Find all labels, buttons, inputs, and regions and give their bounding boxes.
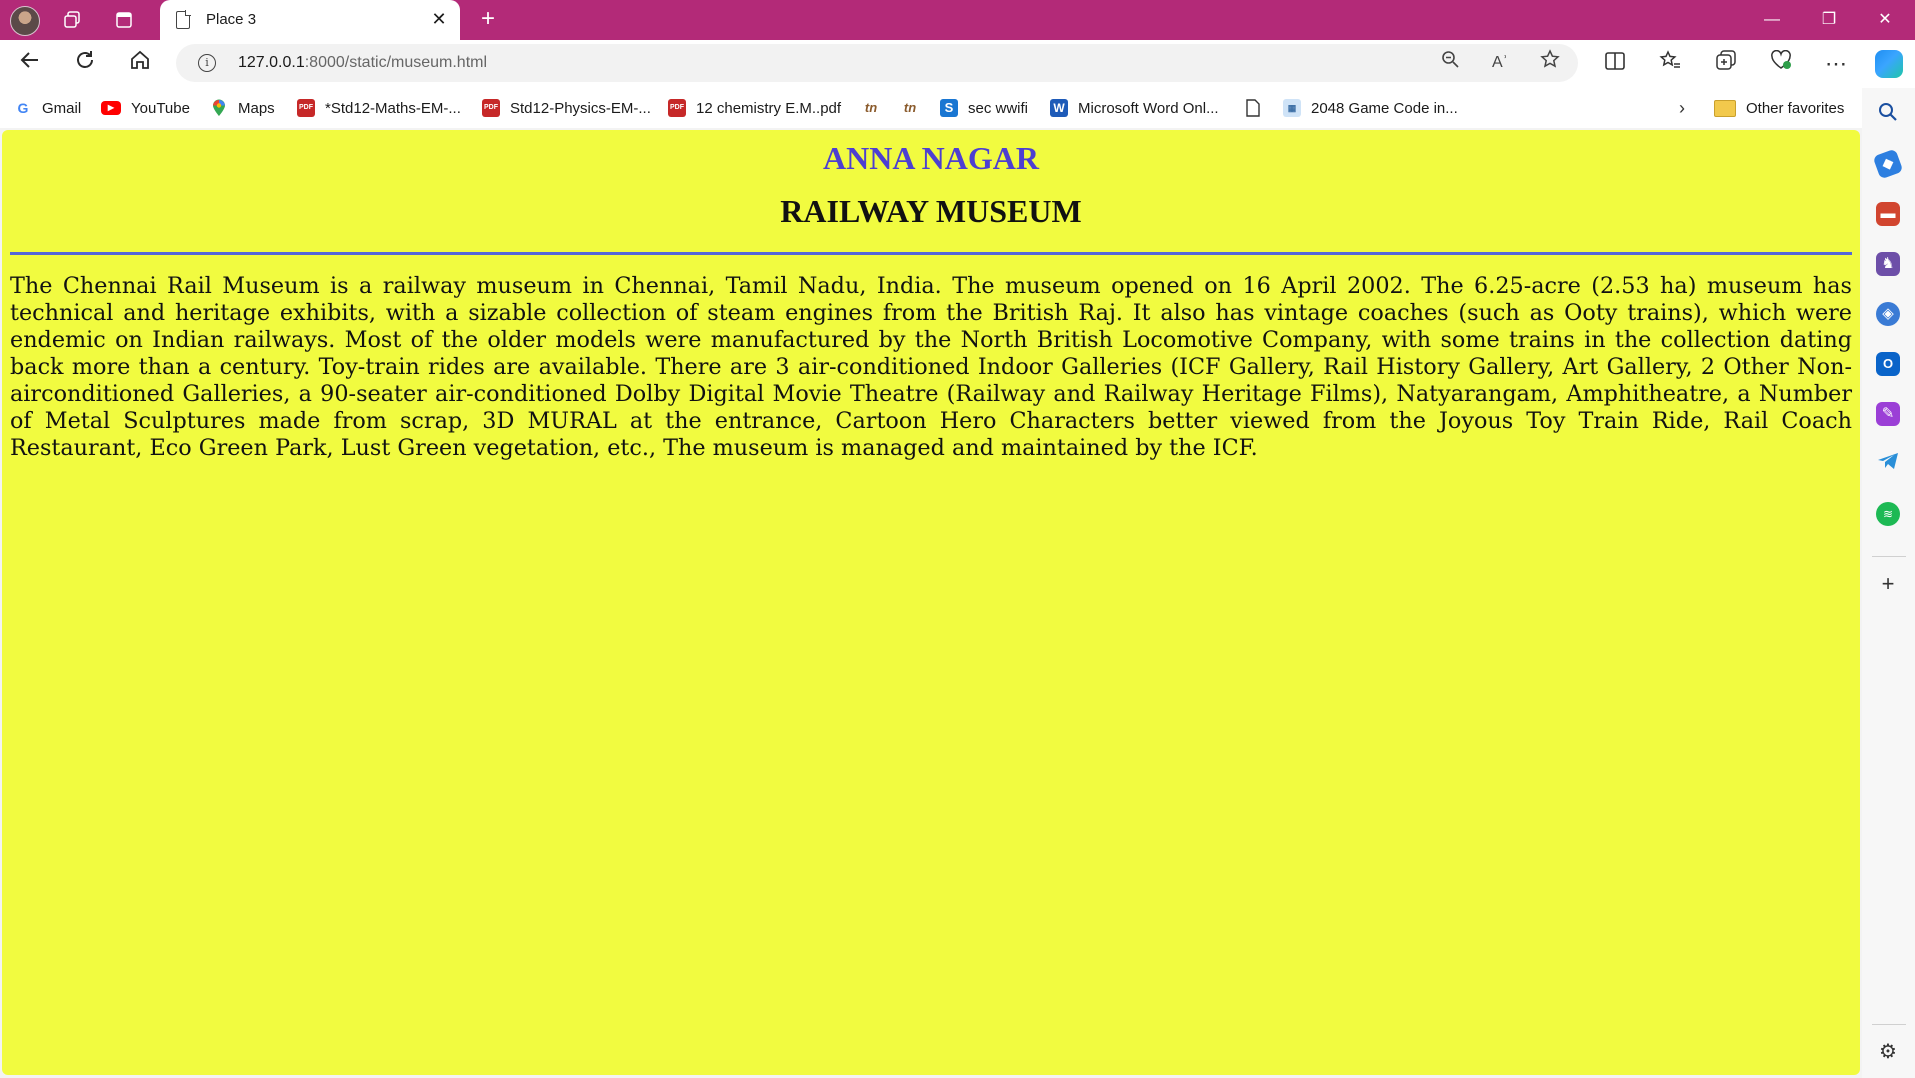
address-bar[interactable]: i 127.0.0.1:8000/static/museum.html Aʾ [176, 44, 1578, 82]
other-favorites-folder[interactable]: Other favorites [1714, 96, 1844, 120]
home-icon[interactable] [124, 48, 156, 80]
collections-icon[interactable] [1710, 48, 1742, 80]
profile-avatar[interactable] [10, 6, 40, 36]
chevron-right-icon[interactable]: › [1670, 96, 1694, 120]
favorite-label: *Std12-Maths-EM-... [325, 99, 461, 117]
pdf-icon: PDF [297, 99, 315, 117]
favorite-label: 2048 Game Code in... [1311, 99, 1458, 117]
folder-icon [1714, 99, 1736, 117]
page-icon [176, 10, 191, 29]
tab-place-3[interactable]: Place 3 ✕ [160, 0, 460, 40]
web-page: ANNA NAGAR RAILWAY MUSEUM The Chennai Ra… [2, 130, 1860, 1075]
designer-icon[interactable]: ✎ [1876, 402, 1900, 426]
pdf-icon: PDF [482, 99, 500, 117]
city-heading: ANNA NAGAR [823, 140, 1039, 176]
new-tab-button[interactable]: + [474, 6, 502, 34]
favorite-label: YouTube [131, 99, 190, 117]
restore-button[interactable]: ❐ [1806, 0, 1852, 40]
more-icon[interactable]: ⋯ [1820, 48, 1852, 80]
favorite-document[interactable] [1244, 96, 1262, 120]
favorite-chemistry-pdf[interactable]: PDF 12 chemistry E.M..pdf [668, 96, 841, 120]
refresh-icon[interactable] [69, 48, 101, 80]
microsoft-365-icon[interactable]: ◈ [1876, 302, 1900, 326]
back-arrow-icon[interactable] [14, 48, 46, 80]
split-screen-icon[interactable] [1599, 48, 1631, 80]
games-icon[interactable]: ♞ [1876, 252, 1900, 276]
youtube-icon: ▶ [101, 101, 121, 115]
outlook-icon[interactable]: O [1876, 352, 1900, 376]
favorite-label: Gmail [42, 99, 82, 117]
spotify-icon[interactable]: ≋ [1876, 502, 1900, 526]
favorite-maps[interactable]: Maps [210, 96, 275, 120]
browser-essentials-icon[interactable] [1765, 48, 1797, 80]
search-icon[interactable] [1876, 102, 1900, 126]
url-text[interactable]: 127.0.0.1:8000/static/museum.html [238, 54, 487, 72]
google-icon: G [14, 99, 32, 117]
favorite-std12-physics[interactable]: PDF Std12-Physics-EM-... [482, 96, 651, 120]
add-icon[interactable]: + [1876, 572, 1900, 596]
page-title: RAILWAY MUSEUM [780, 193, 1082, 229]
favorites-icon[interactable] [1654, 48, 1686, 80]
museum-description: The Chennai Rail Museum is a railway mus… [10, 273, 1852, 461]
favorite-label: Microsoft Word Onl... [1078, 99, 1219, 117]
maps-pin-icon [210, 99, 228, 117]
title-bar: Place 3 ✕ + — ❐ ✕ [0, 0, 1915, 40]
other-favorites-label: Other favorites [1746, 99, 1845, 117]
tn-logo-icon: tn [903, 100, 917, 115]
favorite-2048-game[interactable]: ▦ 2048 Game Code in... [1283, 96, 1458, 120]
favorite-word-online[interactable]: W Microsoft Word Onl... [1050, 96, 1219, 120]
document-icon [1244, 99, 1262, 117]
favorite-gmail[interactable]: G Gmail [14, 96, 81, 120]
close-window-button[interactable]: ✕ [1862, 0, 1908, 40]
telegram-icon[interactable] [1876, 452, 1900, 476]
favorite-label: 12 chemistry E.M..pdf [696, 99, 842, 117]
game-icon: ▦ [1283, 99, 1301, 117]
favorite-tn-1[interactable]: tn [862, 96, 880, 120]
navigation-toolbar: i 127.0.0.1:8000/static/museum.html Aʾ ⋯ [0, 40, 1915, 88]
tab-title: Place 3 [206, 11, 257, 28]
favorite-sec-wwifi[interactable]: S sec wwifi [940, 96, 1028, 120]
sidebar-divider [1872, 556, 1906, 557]
favorite-star-icon[interactable] [1536, 49, 1564, 77]
favorite-tn-2[interactable]: tn [901, 96, 919, 120]
horizontal-rule [10, 252, 1852, 255]
tools-icon[interactable]: ▬ [1876, 202, 1900, 226]
settings-icon[interactable]: ⚙ [1876, 1040, 1900, 1064]
tab-actions-icon[interactable] [110, 6, 138, 34]
sidebar-divider [1872, 1024, 1906, 1025]
workspaces-icon[interactable] [58, 6, 86, 34]
zoom-out-icon[interactable] [1436, 49, 1464, 77]
favorite-label: Maps [238, 99, 275, 117]
read-aloud-icon[interactable]: Aʾ [1486, 49, 1514, 77]
shopping-tag-icon[interactable]: ◆ [1872, 148, 1904, 180]
pdf-icon: PDF [668, 99, 686, 117]
site-info-icon[interactable]: i [198, 54, 216, 72]
copilot-icon[interactable] [1875, 50, 1903, 78]
favorite-youtube[interactable]: ▶ YouTube [101, 96, 190, 120]
tab-close-button[interactable]: ✕ [428, 8, 450, 30]
favorite-std12-maths[interactable]: PDF *Std12-Maths-EM-... [297, 96, 461, 120]
s-icon: S [940, 99, 958, 117]
favorite-label: Std12-Physics-EM-... [510, 99, 651, 117]
tn-logo-icon: tn [864, 100, 878, 115]
word-icon: W [1050, 99, 1068, 117]
edge-sidebar: ◆ ▬ ♞ ◈ O ✎ ≋ + ⚙ [1862, 88, 1915, 1078]
favorites-bar: G Gmail ▶ YouTube Maps PDF *Std12-Maths-… [0, 88, 1915, 128]
minimize-button[interactable]: — [1749, 0, 1795, 40]
favorite-label: sec wwifi [968, 99, 1029, 117]
